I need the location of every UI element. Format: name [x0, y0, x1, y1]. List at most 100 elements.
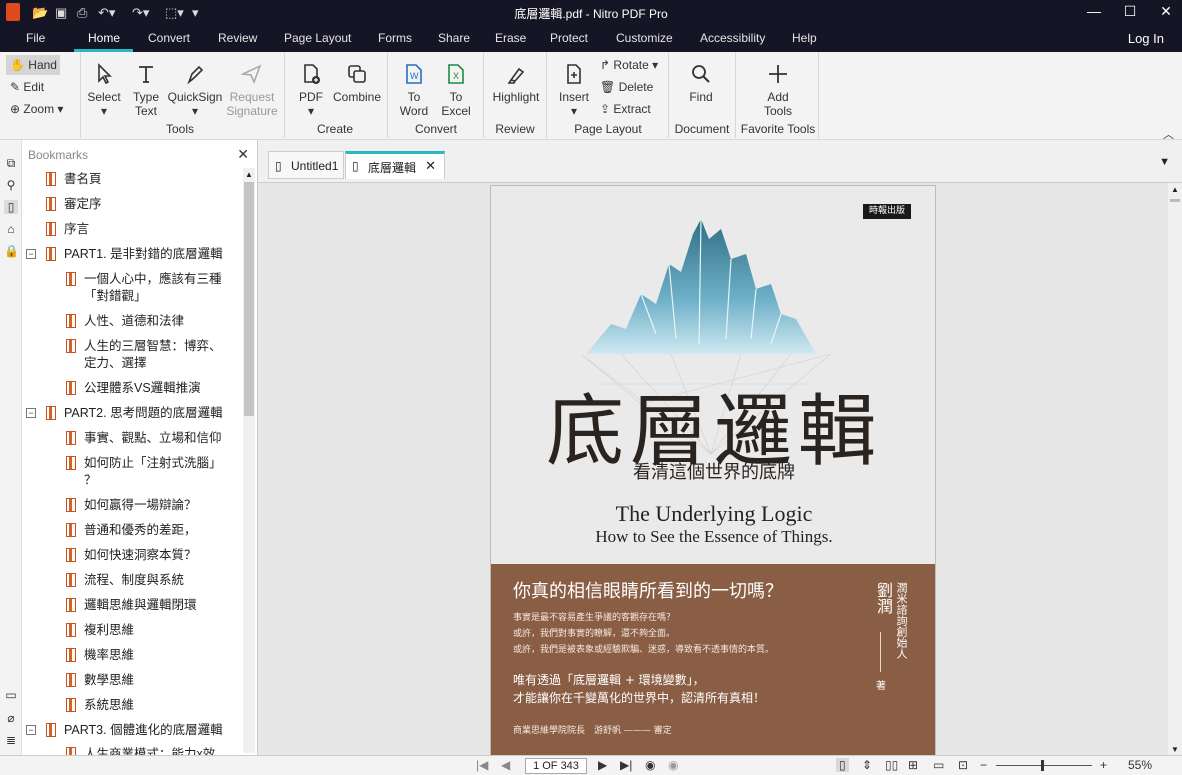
scroll-thumb[interactable]	[244, 182, 254, 416]
add-tools-button[interactable]: Add Tools	[756, 62, 800, 118]
insert-button[interactable]: Insert ▾	[555, 62, 593, 118]
combine-button[interactable]: Combine	[332, 62, 382, 104]
bookmark-item[interactable]: 數學思維	[84, 672, 134, 688]
delete-button[interactable]: 🗑 Delete	[600, 80, 653, 94]
highlight-button[interactable]: Highlight	[488, 62, 544, 104]
scroll-up-icon[interactable]: ▲	[1171, 185, 1179, 194]
presentation-icon[interactable]: ⊡	[958, 758, 968, 772]
bookmark-item[interactable]: 普通和優秀的差距，	[84, 522, 197, 538]
bookmark-item[interactable]: PART2. 思考問題的底層邏輯	[64, 405, 223, 421]
scroll-thumb[interactable]	[1170, 199, 1180, 202]
to-word-button[interactable]: W To Word	[397, 62, 431, 118]
tab-file[interactable]: File	[26, 31, 45, 45]
tab-customize[interactable]: Customize	[616, 31, 673, 45]
extract-button[interactable]: ⇪ Extract	[600, 102, 651, 116]
close-tab-icon[interactable]: ✕	[425, 158, 436, 174]
close-panel-icon[interactable]: ✕	[237, 146, 249, 163]
doc-tab-active[interactable]: ▯ 底層邏輯 ✕	[345, 151, 445, 179]
lock-icon[interactable]: 🔒	[4, 244, 19, 258]
scroll-up-icon[interactable]: ▲	[245, 170, 253, 179]
zoom-percentage[interactable]: 55%	[1128, 758, 1152, 772]
zoom-tool-button[interactable]: ⊕ Zoom ▾	[10, 102, 63, 116]
bookmark-panel-icon[interactable]: ▯	[4, 200, 18, 214]
minimize-icon[interactable]: —	[1084, 3, 1104, 19]
bookmark-item[interactable]: 序言	[64, 221, 89, 237]
first-page-icon[interactable]: |◀	[476, 758, 488, 772]
next-page-icon[interactable]: ▶	[598, 758, 607, 772]
maximize-icon[interactable]: ☐	[1120, 3, 1140, 20]
tab-home[interactable]: Home	[88, 31, 120, 45]
search-panel-icon[interactable]: ⚲	[4, 178, 18, 192]
create-pdf-button[interactable]: PDF ▾	[294, 62, 328, 118]
bookmark-item[interactable]: 流程、制度與系統	[84, 572, 184, 588]
forward-view-icon[interactable]: ◉	[668, 758, 678, 772]
pages-icon[interactable]: ⧉	[4, 156, 18, 170]
zoom-out-icon[interactable]: −	[980, 758, 987, 772]
zoom-slider-track[interactable]	[996, 765, 1092, 766]
bookmark-item[interactable]: 複利思維	[84, 622, 134, 638]
bookmark-item[interactable]: 人生的三層智慧：博弈、	[84, 338, 222, 354]
doc-tab-untitled[interactable]: ▯ Untitled1	[268, 151, 344, 179]
tab-review[interactable]: Review	[218, 31, 257, 45]
hand-tool-button[interactable]: ✋ Hand	[6, 55, 60, 75]
collapse-toggle[interactable]: −	[26, 725, 36, 735]
bookmark-item[interactable]: 如何快速洞察本質？	[84, 547, 197, 563]
two-page-view-icon[interactable]: ▯▯	[885, 758, 898, 772]
bookmark-item[interactable]: 如何防止「注射式洗腦」	[84, 455, 222, 471]
login-button[interactable]: Log In	[1128, 31, 1164, 46]
bookmark-item[interactable]: 公理體系VS邏輯推演	[84, 380, 201, 396]
bookmark-item[interactable]: 如何贏得一場辯論？	[84, 497, 197, 513]
quicksign-button[interactable]: QuickSign ▾	[167, 62, 223, 118]
bookmark-item[interactable]: 事實、觀點、立場和信仰	[84, 430, 222, 446]
find-button[interactable]: Find	[682, 62, 720, 104]
zoom-slider-knob[interactable]	[1041, 760, 1044, 771]
back-view-icon[interactable]: ◉	[645, 758, 655, 772]
edit-tool-button[interactable]: ✎ Edit	[10, 80, 44, 94]
continuous-view-icon[interactable]: ⇕	[862, 758, 872, 772]
tab-convert[interactable]: Convert	[148, 31, 190, 45]
close-window-icon[interactable]: ✕	[1156, 3, 1176, 20]
bookmark-item[interactable]: 人生商業模式：能力x效	[84, 746, 215, 755]
list-icon[interactable]: ≣	[4, 733, 18, 747]
tab-protect[interactable]: Protect	[550, 31, 588, 45]
page-number-field[interactable]: 1 OF 343	[525, 758, 587, 774]
tab-share[interactable]: Share	[438, 31, 470, 45]
type-text-button[interactable]: Type Text	[128, 62, 164, 118]
viewer-scrollbar[interactable]: ▲ ▼	[1168, 183, 1182, 756]
last-page-icon[interactable]: ▶|	[620, 758, 632, 772]
single-page-view-icon[interactable]: ▯	[836, 758, 849, 772]
tag-icon[interactable]: ⌂	[4, 222, 18, 236]
select-button[interactable]: Select ▾	[86, 62, 122, 118]
tab-accessibility[interactable]: Accessibility	[700, 31, 765, 45]
bookmark-item[interactable]: 書名頁	[64, 171, 102, 187]
two-page-continuous-icon[interactable]: ⊞	[908, 758, 918, 772]
bookmark-item[interactable]: 一個人心中，應該有三種	[84, 271, 222, 287]
request-signature-button[interactable]: Request Signature	[226, 62, 278, 118]
tab-page-layout[interactable]: Page Layout	[284, 31, 351, 45]
tab-erase[interactable]: Erase	[495, 31, 526, 45]
bookmark-item[interactable]: PART3. 個體進化的底層邏輯	[64, 722, 223, 738]
bookmark-item[interactable]: 審定序	[64, 196, 102, 212]
tab-help[interactable]: Help	[792, 31, 817, 45]
bookmark-item[interactable]: 系統思維	[84, 697, 134, 713]
to-excel-button[interactable]: X To Excel	[439, 62, 473, 118]
fit-width-icon[interactable]: ▭	[933, 758, 944, 772]
bookmarks-scrollbar[interactable]: ▲	[243, 168, 255, 753]
bookmark-item[interactable]: 機率思維	[84, 647, 134, 663]
bookmark-item[interactable]: PART1. 是非對錯的底層邏輯	[64, 246, 223, 262]
bookmark-item[interactable]: 邏輯思維與邏輯閉環	[84, 597, 197, 613]
zoom-in-icon[interactable]: +	[1100, 758, 1107, 772]
comments-icon[interactable]: ▭	[4, 688, 18, 702]
collapse-toggle[interactable]: −	[26, 408, 36, 418]
attachment-icon[interactable]: ⌀	[4, 711, 18, 725]
previous-page-icon[interactable]: ◀	[501, 758, 510, 772]
tab-list-dropdown-icon[interactable]: ▼	[1159, 156, 1170, 168]
bookmark-item-cont[interactable]: ？	[84, 472, 97, 488]
collapse-toggle[interactable]: −	[26, 249, 36, 259]
scroll-down-icon[interactable]: ▼	[1171, 745, 1179, 754]
bookmark-item[interactable]: 人性、道德和法律	[84, 313, 184, 329]
tab-forms[interactable]: Forms	[378, 31, 412, 45]
bookmark-item-cont[interactable]: 定力、選擇	[84, 355, 147, 371]
rotate-button[interactable]: ↱ Rotate ▾	[600, 58, 658, 72]
bookmark-item-cont[interactable]: 「對錯觀」	[84, 288, 147, 304]
